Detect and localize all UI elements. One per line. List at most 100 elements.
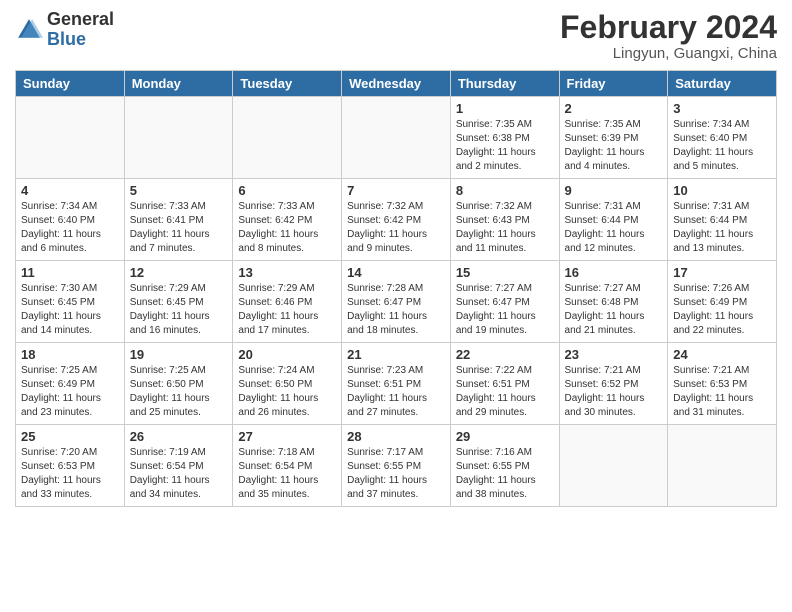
calendar-cell: 21 Sunrise: 7:23 AM Sunset: 6:51 PM Dayli… [342, 343, 451, 425]
day-number: 24 [673, 347, 771, 362]
calendar-week-4: 25 Sunrise: 7:20 AM Sunset: 6:53 PM Dayli… [16, 425, 777, 507]
calendar-cell [668, 425, 777, 507]
day-number: 7 [347, 183, 445, 198]
calendar-table: SundayMondayTuesdayWednesdayThursdayFrid… [15, 70, 777, 507]
header: General Blue February 2024 Lingyun, Guan… [15, 10, 777, 62]
calendar-week-3: 18Sunrise: 7:25 AM Sunset: 6:49 PM Dayli… [16, 343, 777, 425]
calendar-cell: 20Sunrise: 7:24 AM Sunset: 6:50 PM Dayli… [233, 343, 342, 425]
day-info: Sunrise: 7:33 AM Sunset: 6:42 PM Dayligh… [238, 200, 336, 256]
calendar-cell: 9 Sunrise: 7:31 AM Sunset: 6:44 PM Daylig… [559, 179, 668, 261]
calendar-cell: 24Sunrise: 7:21 AM Sunset: 6:53 PM Dayli… [668, 343, 777, 425]
day-info: Sunrise: 7:34 AM Sunset: 6:40 PM Dayligh… [21, 200, 119, 256]
day-number: 16 [565, 265, 663, 280]
day-info: Sunrise: 7:31 AM Sunset: 6:44 PM Dayligh… [673, 200, 771, 256]
day-number: 2 [565, 101, 663, 116]
calendar-cell: 29 Sunrise: 7:16 AM Sunset: 6:55 PM Dayli… [450, 425, 559, 507]
calendar-week-2: 11Sunrise: 7:30 AM Sunset: 6:45 PM Dayli… [16, 261, 777, 343]
day-info: Sunrise: 7:18 AM Sunset: 6:54 PM Dayligh… [238, 446, 336, 502]
day-number: 23 [565, 347, 663, 362]
day-info: Sunrise: 7:19 AM Sunset: 6:54 PM Dayligh… [130, 446, 228, 502]
day-number: 21 [347, 347, 445, 362]
day-number: 13 [238, 265, 336, 280]
day-info: Sunrise: 7:32 AM Sunset: 6:42 PM Dayligh… [347, 200, 445, 256]
calendar-cell [342, 97, 451, 179]
day-info: Sunrise: 7:24 AM Sunset: 6:50 PM Dayligh… [238, 364, 336, 420]
day-info: Sunrise: 7:20 AM Sunset: 6:53 PM Dayligh… [21, 446, 119, 502]
calendar-cell [124, 97, 233, 179]
day-number: 28 [347, 429, 445, 444]
day-number: 17 [673, 265, 771, 280]
day-of-week-sunday: Sunday [16, 71, 125, 97]
day-number: 1 [456, 101, 554, 116]
day-info: Sunrise: 7:33 AM Sunset: 6:41 PM Dayligh… [130, 200, 228, 256]
logo-blue-text: Blue [47, 30, 114, 50]
calendar-cell: 11Sunrise: 7:30 AM Sunset: 6:45 PM Dayli… [16, 261, 125, 343]
day-info: Sunrise: 7:27 AM Sunset: 6:48 PM Dayligh… [565, 282, 663, 338]
month-title: February 2024 [560, 10, 777, 45]
day-info: Sunrise: 7:16 AM Sunset: 6:55 PM Dayligh… [456, 446, 554, 502]
day-number: 25 [21, 429, 119, 444]
calendar-cell: 5 Sunrise: 7:33 AM Sunset: 6:41 PM Daylig… [124, 179, 233, 261]
location: Lingyun, Guangxi, China [560, 45, 777, 62]
day-info: Sunrise: 7:26 AM Sunset: 6:49 PM Dayligh… [673, 282, 771, 338]
calendar-cell: 13 Sunrise: 7:29 AM Sunset: 6:46 PM Dayli… [233, 261, 342, 343]
day-of-week-saturday: Saturday [668, 71, 777, 97]
day-info: Sunrise: 7:31 AM Sunset: 6:44 PM Dayligh… [565, 200, 663, 256]
calendar-cell: 2 Sunrise: 7:35 AM Sunset: 6:39 PM Daylig… [559, 97, 668, 179]
calendar-cell: 26 Sunrise: 7:19 AM Sunset: 6:54 PM Dayli… [124, 425, 233, 507]
calendar-cell: 7 Sunrise: 7:32 AM Sunset: 6:42 PM Daylig… [342, 179, 451, 261]
calendar-cell [559, 425, 668, 507]
day-number: 19 [130, 347, 228, 362]
day-number: 9 [565, 183, 663, 198]
calendar-cell: 19 Sunrise: 7:25 AM Sunset: 6:50 PM Dayli… [124, 343, 233, 425]
calendar-cell: 28 Sunrise: 7:17 AM Sunset: 6:55 PM Dayli… [342, 425, 451, 507]
day-number: 26 [130, 429, 228, 444]
calendar-cell: 18Sunrise: 7:25 AM Sunset: 6:49 PM Dayli… [16, 343, 125, 425]
calendar-week-1: 4 Sunrise: 7:34 AM Sunset: 6:40 PM Daylig… [16, 179, 777, 261]
day-info: Sunrise: 7:29 AM Sunset: 6:46 PM Dayligh… [238, 282, 336, 338]
day-info: Sunrise: 7:29 AM Sunset: 6:45 PM Dayligh… [130, 282, 228, 338]
calendar-cell: 22 Sunrise: 7:22 AM Sunset: 6:51 PM Dayli… [450, 343, 559, 425]
day-info: Sunrise: 7:25 AM Sunset: 6:50 PM Dayligh… [130, 364, 228, 420]
logo: General Blue [15, 10, 114, 50]
day-number: 12 [130, 265, 228, 280]
calendar-cell: 14 Sunrise: 7:28 AM Sunset: 6:47 PM Dayli… [342, 261, 451, 343]
day-number: 22 [456, 347, 554, 362]
day-number: 5 [130, 183, 228, 198]
calendar-header-row: SundayMondayTuesdayWednesdayThursdayFrid… [16, 71, 777, 97]
day-of-week-thursday: Thursday [450, 71, 559, 97]
calendar-cell: 25 Sunrise: 7:20 AM Sunset: 6:53 PM Dayli… [16, 425, 125, 507]
day-number: 14 [347, 265, 445, 280]
day-info: Sunrise: 7:34 AM Sunset: 6:40 PM Dayligh… [673, 118, 771, 174]
day-number: 10 [673, 183, 771, 198]
day-info: Sunrise: 7:23 AM Sunset: 6:51 PM Dayligh… [347, 364, 445, 420]
day-of-week-tuesday: Tuesday [233, 71, 342, 97]
calendar-cell: 3 Sunrise: 7:34 AM Sunset: 6:40 PM Daylig… [668, 97, 777, 179]
day-number: 29 [456, 429, 554, 444]
calendar-cell: 16 Sunrise: 7:27 AM Sunset: 6:48 PM Dayli… [559, 261, 668, 343]
day-info: Sunrise: 7:22 AM Sunset: 6:51 PM Dayligh… [456, 364, 554, 420]
calendar-cell: 23 Sunrise: 7:21 AM Sunset: 6:52 PM Dayli… [559, 343, 668, 425]
day-info: Sunrise: 7:35 AM Sunset: 6:39 PM Dayligh… [565, 118, 663, 174]
day-info: Sunrise: 7:21 AM Sunset: 6:52 PM Dayligh… [565, 364, 663, 420]
title-block: February 2024 Lingyun, Guangxi, China [560, 10, 777, 62]
calendar-cell: 10 Sunrise: 7:31 AM Sunset: 6:44 PM Dayli… [668, 179, 777, 261]
calendar-cell: 6 Sunrise: 7:33 AM Sunset: 6:42 PM Daylig… [233, 179, 342, 261]
day-info: Sunrise: 7:32 AM Sunset: 6:43 PM Dayligh… [456, 200, 554, 256]
day-number: 3 [673, 101, 771, 116]
calendar-cell: 17 Sunrise: 7:26 AM Sunset: 6:49 PM Dayli… [668, 261, 777, 343]
day-of-week-wednesday: Wednesday [342, 71, 451, 97]
logo-icon [15, 16, 43, 44]
day-info: Sunrise: 7:28 AM Sunset: 6:47 PM Dayligh… [347, 282, 445, 338]
day-info: Sunrise: 7:17 AM Sunset: 6:55 PM Dayligh… [347, 446, 445, 502]
calendar-cell: 4 Sunrise: 7:34 AM Sunset: 6:40 PM Daylig… [16, 179, 125, 261]
day-number: 4 [21, 183, 119, 198]
day-info: Sunrise: 7:27 AM Sunset: 6:47 PM Dayligh… [456, 282, 554, 338]
day-info: Sunrise: 7:35 AM Sunset: 6:38 PM Dayligh… [456, 118, 554, 174]
day-number: 6 [238, 183, 336, 198]
calendar-cell: 1 Sunrise: 7:35 AM Sunset: 6:38 PM Daylig… [450, 97, 559, 179]
calendar-cell: 8Sunrise: 7:32 AM Sunset: 6:43 PM Daylig… [450, 179, 559, 261]
day-number: 18 [21, 347, 119, 362]
day-of-week-monday: Monday [124, 71, 233, 97]
day-number: 11 [21, 265, 119, 280]
